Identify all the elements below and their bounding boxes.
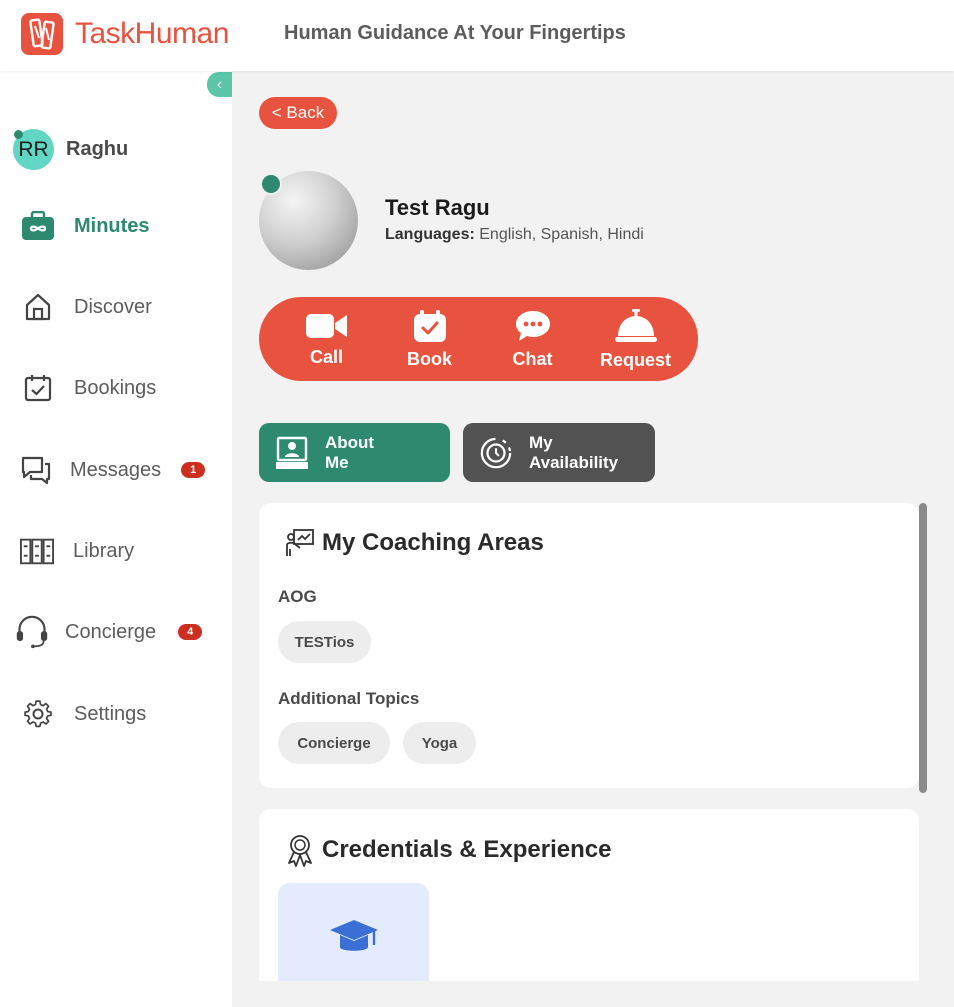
brand-name: TaskHuman	[75, 17, 229, 50]
online-status-dot	[260, 173, 282, 195]
scrollbar[interactable]	[919, 503, 927, 793]
user-profile[interactable]: RR Raghu	[13, 129, 128, 170]
tab-about-line1: About	[325, 432, 375, 452]
languages-value: English, Spanish, Hindi	[479, 226, 644, 243]
topic-chip[interactable]: Yoga	[403, 722, 476, 764]
tab-availability-line2: Availability	[529, 452, 619, 472]
collapse-sidebar-button[interactable]: ‹	[207, 72, 232, 97]
calendar-check-icon	[21, 371, 55, 405]
unread-badge: 4	[178, 624, 203, 640]
sidebar-item-settings[interactable]: Settings	[21, 697, 146, 731]
sidebar-item-label: Messages	[70, 458, 162, 481]
avatar: RR	[13, 129, 54, 170]
profile-card-icon	[275, 436, 309, 470]
graduation-cap-icon	[329, 920, 378, 951]
book-button[interactable]: Book	[387, 309, 472, 370]
credentials-title: Credentials & Experience	[284, 833, 611, 867]
coach-action-bar: Call Book Chat Request	[259, 297, 698, 381]
video-camera-icon	[305, 313, 347, 338]
sidebar-item-concierge[interactable]: Concierge 4	[15, 615, 203, 649]
credential-tile[interactable]	[278, 883, 429, 981]
sidebar-item-label: Concierge	[65, 620, 157, 643]
chevron-left-icon: ‹	[216, 75, 223, 93]
coaching-areas-title: My Coaching Areas	[284, 527, 544, 559]
sidebar-item-label: Settings	[74, 702, 147, 725]
coaching-areas-card: My Coaching Areas AOG TESTios Additional…	[259, 503, 919, 788]
avatar-initials: RR	[18, 137, 49, 161]
service-bell-icon	[614, 308, 657, 342]
tab-about-me[interactable]: About Me	[259, 423, 450, 482]
sidebar: ‹ RR Raghu Minutes Discover Bookings Mes…	[0, 71, 232, 1007]
chat-icon	[515, 310, 550, 341]
gear-icon	[21, 697, 55, 731]
tab-my-availability[interactable]: My Availability	[463, 423, 655, 482]
chat-label: Chat	[512, 348, 553, 369]
back-button[interactable]: < Back	[259, 97, 337, 129]
tagline: Human Guidance At Your Fingertips	[284, 22, 626, 44]
request-label: Request	[599, 349, 671, 370]
sidebar-item-bookings[interactable]: Bookings	[21, 371, 156, 405]
logo-icon	[21, 13, 63, 55]
tab-availability-line1: My	[529, 432, 553, 452]
minutes-icon	[21, 209, 55, 243]
topic-chip[interactable]: TESTios	[278, 621, 371, 663]
unread-badge: 1	[181, 462, 206, 478]
section-label-additional-topics: Additional Topics	[278, 689, 420, 708]
sidebar-item-minutes[interactable]: Minutes	[21, 209, 150, 243]
credentials-card: Credentials & Experience	[259, 809, 919, 981]
chat-bubbles-icon	[19, 453, 53, 487]
call-button[interactable]: Call	[284, 311, 369, 368]
request-button[interactable]: Request	[593, 308, 678, 371]
top-header: TaskHuman Human Guidance At Your Fingert…	[0, 0, 954, 71]
award-ribbon-icon	[288, 835, 312, 867]
coach-languages: Languages: English, Spanish, Hindi	[385, 226, 644, 244]
chat-button[interactable]: Chat	[490, 309, 575, 370]
sidebar-item-library[interactable]: Library	[20, 534, 134, 568]
sidebar-item-messages[interactable]: Messages 1	[19, 453, 206, 487]
call-label: Call	[309, 346, 343, 367]
sidebar-item-label: Minutes	[74, 214, 150, 237]
languages-label: Languages:	[385, 226, 475, 243]
topic-chip[interactable]: Concierge	[278, 722, 390, 764]
coaching-icon	[286, 529, 314, 556]
online-status-dot	[14, 130, 23, 139]
user-name: Raghu	[66, 138, 129, 160]
section-label-aog: AOG	[278, 587, 317, 606]
book-label: Book	[407, 348, 452, 369]
sidebar-item-label: Library	[73, 539, 135, 562]
card-title-text: My Coaching Areas	[322, 529, 544, 556]
sidebar-item-label: Bookings	[74, 376, 157, 399]
calendar-icon	[413, 309, 446, 342]
home-icon	[21, 290, 55, 324]
clock-icon	[479, 436, 513, 470]
coach-name: Test Ragu	[385, 195, 490, 220]
logo[interactable]: TaskHuman	[21, 13, 229, 55]
sidebar-item-discover[interactable]: Discover	[21, 290, 152, 324]
headset-icon	[15, 615, 49, 649]
card-title-text: Credentials & Experience	[322, 836, 612, 863]
sidebar-item-label: Discover	[74, 295, 152, 318]
library-icon	[20, 534, 54, 568]
tab-about-line2: Me	[325, 452, 349, 472]
